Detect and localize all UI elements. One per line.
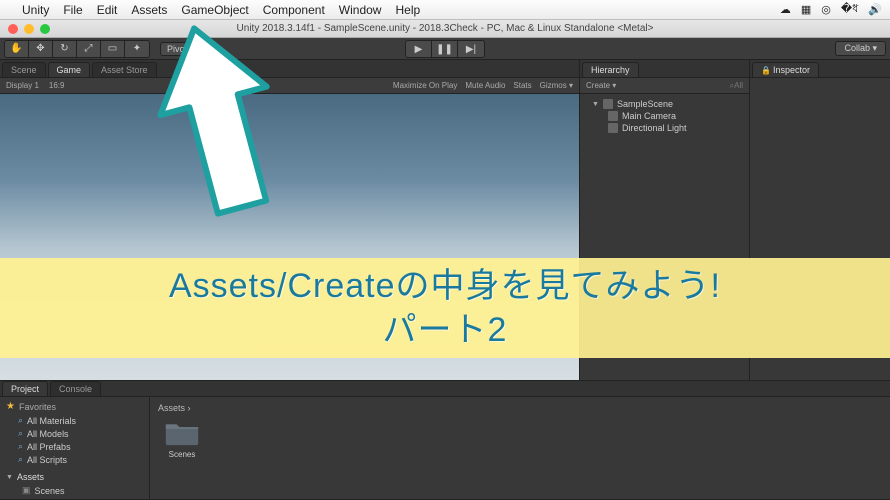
hierarchy-tree: ▼ SampleScene Main Camera Directional Li… (580, 94, 749, 138)
menu-component[interactable]: Component (263, 3, 325, 17)
volume-icon[interactable]: 🔊 (868, 3, 882, 16)
rect-tool[interactable]: ▭ (101, 41, 125, 57)
tab-inspector[interactable]: 🔒Inspector (752, 62, 819, 77)
cloud-icon[interactable]: ☁ (780, 3, 791, 16)
hierarchy-search[interactable]: ⌕All (730, 81, 743, 91)
project-sidebar: ★ Favorites ⌕All Materials ⌕All Models ⌕… (0, 397, 150, 499)
folder-item-scenes[interactable]: Scenes (158, 419, 206, 459)
window-titlebar: Unity 2018.3.14f1 - SampleScene.unity - … (0, 20, 890, 38)
gizmos-dropdown[interactable]: Gizmos ▾ (540, 81, 573, 90)
menu-help[interactable]: Help (395, 3, 420, 17)
game-sub-toolbar: Display 1 16:9 Maximize On Play Mute Aud… (0, 78, 579, 94)
hierarchy-scene-row[interactable]: ▼ SampleScene (580, 98, 749, 110)
fav-all-materials[interactable]: ⌕All Materials (0, 414, 149, 427)
hierarchy-item-light[interactable]: Directional Light (580, 122, 749, 134)
rotate-tool[interactable]: ↻ (53, 41, 77, 57)
pivot-toggle[interactable]: Pivot (160, 42, 194, 56)
zoom-button[interactable] (40, 24, 50, 34)
unity-scene-icon (603, 99, 613, 109)
wifi-icon[interactable]: �ধ (841, 0, 858, 19)
tab-scene[interactable]: Scene (2, 62, 46, 77)
gameobject-icon (608, 111, 618, 121)
pause-button[interactable]: ❚❚ (432, 41, 458, 57)
favorites-header[interactable]: ★ Favorites (0, 399, 149, 414)
status-icon[interactable]: ◎ (821, 3, 831, 16)
transform-tools: ✋ ✥ ↻ ⤢ ▭ ✦ (4, 40, 150, 58)
play-button[interactable]: ▶ (406, 41, 432, 57)
unified-tool[interactable]: ✦ (125, 41, 149, 57)
stats-toggle[interactable]: Stats (513, 81, 531, 90)
folder-icon: ▣ (22, 485, 31, 496)
search-icon: ⌕ (18, 454, 23, 465)
tab-hierarchy[interactable]: Hierarchy (582, 62, 639, 77)
menu-edit[interactable]: Edit (97, 3, 118, 17)
search-icon: ⌕ (18, 441, 23, 452)
menu-assets[interactable]: Assets (131, 3, 167, 17)
tab-console[interactable]: Console (50, 381, 101, 396)
project-content[interactable]: Assets › Scenes (150, 397, 890, 499)
aspect-dropdown[interactable]: 16:9 (49, 81, 65, 90)
gameobject-icon (608, 123, 618, 133)
menu-window[interactable]: Window (339, 3, 382, 17)
minimize-button[interactable] (24, 24, 34, 34)
macos-menubar: Unity File Edit Assets GameObject Compon… (0, 0, 890, 20)
menu-unity[interactable]: Unity (22, 3, 49, 17)
tab-asset-store[interactable]: Asset Store (92, 62, 157, 77)
folder-label: Scenes (169, 450, 196, 459)
maximize-on-play[interactable]: Maximize On Play (393, 81, 457, 90)
window-title: Unity 2018.3.14f1 - SampleScene.unity - … (237, 23, 654, 34)
close-button[interactable] (8, 24, 18, 34)
search-icon: ⌕ (18, 428, 23, 439)
assets-tree-root[interactable]: ▼ Assets (0, 470, 149, 484)
star-icon: ★ (6, 401, 15, 412)
menu-file[interactable]: File (63, 3, 82, 17)
scene-tabs: Scene Game Asset Store (0, 60, 579, 78)
disclosure-triangle-icon[interactable]: ▼ (592, 101, 599, 108)
game-viewport[interactable] (0, 94, 579, 380)
move-tool[interactable]: ✥ (29, 41, 53, 57)
collab-dropdown[interactable]: Collab ▾ (835, 41, 886, 56)
menu-gameobject[interactable]: GameObject (181, 3, 248, 17)
inspector-panel: 🔒Inspector (750, 60, 890, 380)
assets-scenes-folder[interactable]: ▣ Scenes (0, 484, 149, 497)
lock-icon[interactable]: 🔒 (761, 66, 771, 75)
hierarchy-create-dropdown[interactable]: Create ▾ (586, 81, 616, 90)
project-breadcrumb[interactable]: Assets › (158, 401, 882, 419)
display-dropdown[interactable]: Display 1 (6, 81, 39, 90)
tab-project[interactable]: Project (2, 381, 48, 396)
hierarchy-item-camera[interactable]: Main Camera (580, 110, 749, 122)
step-button[interactable]: ▶| (458, 41, 484, 57)
disclosure-triangle-icon[interactable]: ▼ (6, 474, 13, 481)
grid-icon[interactable]: ▦ (801, 3, 811, 16)
tab-game[interactable]: Game (48, 62, 91, 77)
scene-game-panel: Scene Game Asset Store Display 1 16:9 Ma… (0, 60, 580, 380)
search-icon: ⌕ (18, 415, 23, 426)
hierarchy-panel: Hierarchy Create ▾ ⌕All ▼ SampleScene Ma… (580, 60, 750, 380)
play-controls: ▶ ❚❚ ▶| (405, 40, 485, 58)
fav-all-prefabs[interactable]: ⌕All Prefabs (0, 440, 149, 453)
traffic-lights (8, 24, 50, 34)
fav-all-scripts[interactable]: ⌕All Scripts (0, 453, 149, 466)
project-panel: Project Console ★ Favorites ⌕All Materia… (0, 380, 890, 500)
folder-icon (162, 419, 202, 446)
menubar-status-icons: ☁ ▦ ◎ �ধ 🔊 (780, 0, 882, 19)
scale-tool[interactable]: ⤢ (77, 41, 101, 57)
mute-audio[interactable]: Mute Audio (465, 81, 505, 90)
fav-all-models[interactable]: ⌕All Models (0, 427, 149, 440)
hand-tool[interactable]: ✋ (5, 41, 29, 57)
main-area: Scene Game Asset Store Display 1 16:9 Ma… (0, 60, 890, 380)
